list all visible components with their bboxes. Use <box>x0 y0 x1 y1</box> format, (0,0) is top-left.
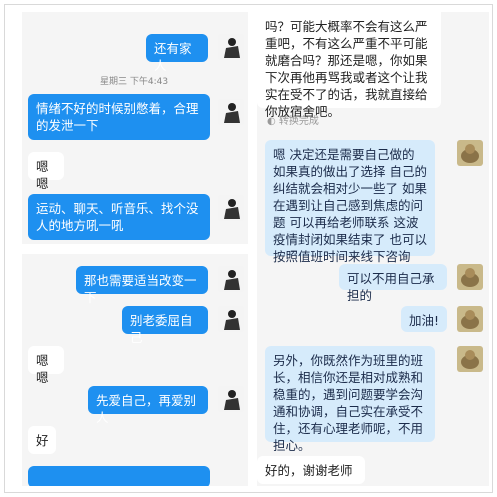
message-outgoing[interactable]: 先爱自己，再爱别人 <box>88 386 208 425</box>
convert-status-label: 转换完成 <box>278 116 319 127</box>
student-avatar[interactable] <box>218 386 244 412</box>
message-outgoing[interactable]: 另外，你既然作为班里的班长，相信你还是相对成熟和稳重的，遇到问题要学会沟通和协调… <box>265 346 435 453</box>
message-outgoing[interactable]: 那也需要适当改变一下 <box>76 266 208 305</box>
message-outgoing[interactable]: 加油! <box>401 306 447 332</box>
student-avatar[interactable] <box>218 266 244 292</box>
message-outgoing-partial[interactable] <box>28 466 210 486</box>
convert-status: ◐ 转换完成 <box>267 112 319 127</box>
message-outgoing[interactable]: 运动、聊天、听音乐、找个没人的地方吼一吼 <box>28 194 210 240</box>
message-incoming[interactable]: 好的，谢谢老师 <box>257 456 365 484</box>
message-outgoing[interactable]: 可以不用自己承担的 <box>339 264 447 303</box>
cat-avatar-icon <box>461 310 479 329</box>
chat-panel-top-left: 还有家人 星期三 下午4:43 情绪不好的时候别憋着，合理的发泄一下 嗯嗯 运动… <box>22 12 248 244</box>
teacher-avatar[interactable] <box>457 346 483 372</box>
cat-avatar-icon <box>461 350 479 369</box>
student-avatar[interactable] <box>218 34 244 60</box>
ink-figure-avatar-icon <box>224 270 240 290</box>
message-outgoing[interactable]: 嗯 决定还是需要自己做的 如果真的做出了选择 自己的纠结就会相对少一些了 如果在… <box>265 140 435 264</box>
ink-figure-avatar-icon <box>224 38 240 58</box>
message-incoming[interactable]: 吗？可能大概率不会有这么严重吧，不有这么严重不平可能就磨合吗？那还是嗯，你如果下… <box>257 12 441 119</box>
chat-timestamp: 星期三 下午4:43 <box>100 77 169 87</box>
teacher-avatar[interactable] <box>457 264 483 290</box>
ink-figure-avatar-icon <box>224 310 240 330</box>
student-avatar[interactable] <box>218 99 244 125</box>
ink-figure-avatar-icon <box>224 103 240 123</box>
message-incoming[interactable]: 嗯嗯 <box>28 346 64 385</box>
message-incoming[interactable]: 嗯嗯 <box>28 152 64 191</box>
ink-figure-avatar-icon <box>224 199 240 219</box>
message-outgoing[interactable]: 还有家人 <box>146 34 208 73</box>
teacher-avatar[interactable] <box>457 306 483 332</box>
teacher-avatar[interactable] <box>457 140 483 166</box>
cat-avatar-icon <box>461 144 479 163</box>
chat-panel-right: 吗？可能大概率不会有这么严重吧，不有这么严重不平可能就磨合吗？那还是嗯，你如果下… <box>257 12 489 486</box>
ink-figure-avatar-icon <box>224 390 240 410</box>
check-circle-icon: ◐ <box>267 116 276 127</box>
cat-avatar-icon <box>461 268 479 287</box>
message-outgoing[interactable]: 别老委屈自己 <box>122 306 208 345</box>
message-incoming[interactable]: 好 <box>28 426 56 454</box>
chat-panel-bottom-left: 那也需要适当改变一下 别老委屈自己 嗯嗯 先爱自己，再爱别人 好 <box>22 254 248 486</box>
student-avatar[interactable] <box>218 195 244 221</box>
student-avatar[interactable] <box>218 306 244 332</box>
message-outgoing[interactable]: 情绪不好的时候别憋着，合理的发泄一下 <box>28 94 210 140</box>
